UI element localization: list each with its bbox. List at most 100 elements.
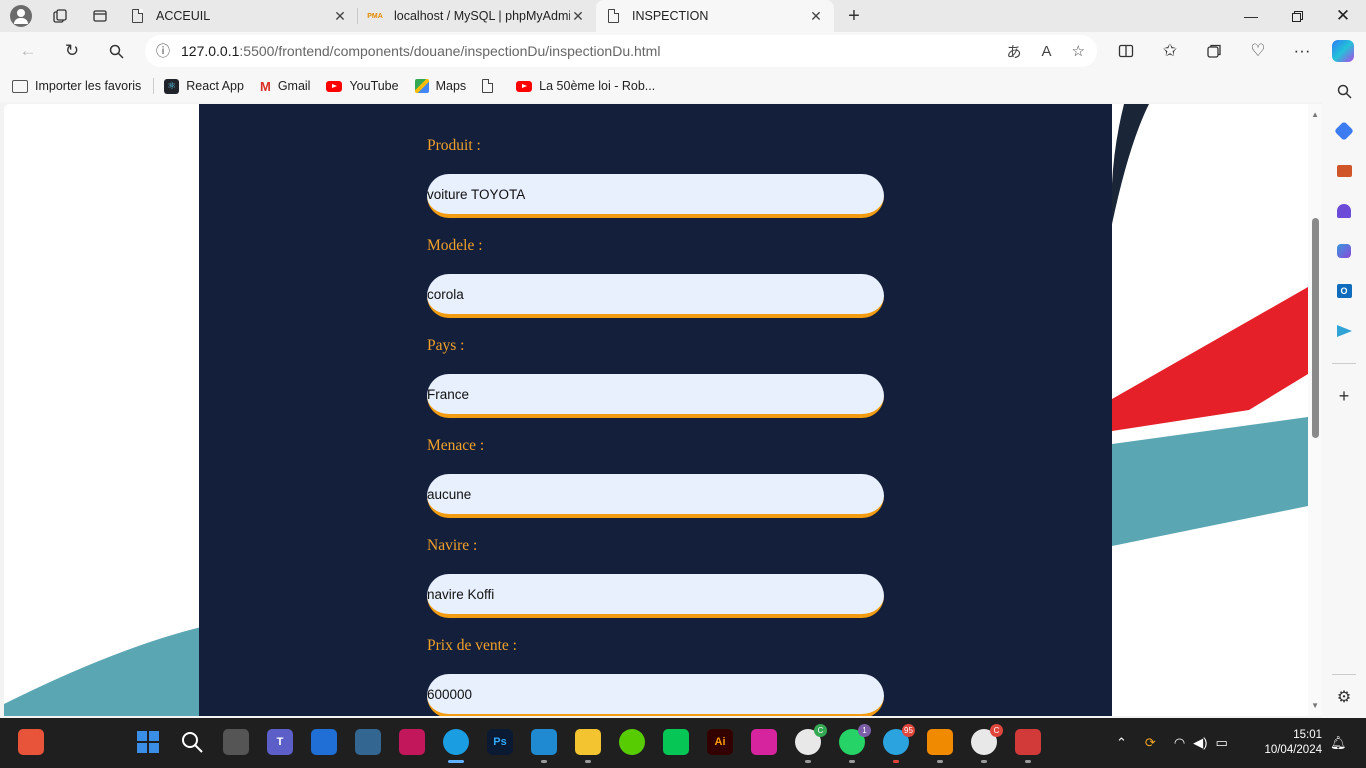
youtube-icon: [326, 80, 343, 92]
search-icon[interactable]: [179, 729, 205, 755]
store-icon[interactable]: [311, 729, 337, 755]
prix-de-vente-input[interactable]: 600000: [427, 674, 884, 716]
site-info-icon[interactable]: ⓘ: [145, 41, 181, 61]
search-icon[interactable]: [1334, 81, 1354, 101]
close-icon[interactable]: ✕: [570, 8, 586, 25]
minimize-button[interactable]: —: [1228, 0, 1274, 32]
duolingo-icon[interactable]: [619, 729, 645, 755]
url-path: :5500/frontend/components/douane/inspect…: [239, 43, 661, 59]
url-host: 127.0.0.1: [181, 43, 240, 59]
bookmark-label: Gmail: [277, 79, 311, 93]
menace-input[interactable]: aucune: [427, 474, 884, 518]
browser-essentials-icon[interactable]: ♡: [1236, 32, 1280, 70]
favorites-icon[interactable]: ✩: [1148, 32, 1192, 70]
tab-acceuil[interactable]: ACCEUIL ✕: [120, 0, 358, 32]
phpmyadmin-icon: PMA: [367, 12, 383, 20]
modele-input[interactable]: corola: [427, 274, 884, 318]
update-icon[interactable]: ⟳: [1145, 735, 1156, 751]
photoshop-icon[interactable]: Ps: [487, 729, 513, 755]
bookmark-gmail[interactable]: M Gmail: [260, 79, 311, 94]
collections-icon[interactable]: [1192, 32, 1236, 70]
page-scrollbar[interactable]: ▲ ▼: [1308, 104, 1322, 716]
scroll-thumb[interactable]: [1312, 218, 1319, 438]
edge-icon[interactable]: [443, 729, 469, 755]
snipping-tool-icon[interactable]: [1015, 729, 1041, 755]
battery-icon[interactable]: ▭: [1215, 735, 1227, 751]
tab-actions-icon[interactable]: [80, 0, 120, 32]
chrome-icon[interactable]: C: [795, 724, 827, 755]
clock-date: 10/04/2024: [1264, 744, 1322, 756]
bookmark-document[interactable]: [482, 79, 500, 93]
search-icon[interactable]: [94, 32, 138, 70]
copilot-icon[interactable]: [1332, 40, 1354, 62]
refresh-button[interactable]: ↻: [50, 32, 94, 70]
translate-icon[interactable]: あ: [1007, 41, 1022, 62]
tab-title: INSPECTION: [632, 9, 709, 23]
document-icon: [130, 8, 144, 24]
wifi-icon[interactable]: ◠: [1174, 735, 1185, 751]
notifications-bell-icon[interactable]: 🔔︎: [1330, 718, 1347, 768]
outlook-icon[interactable]: O: [1334, 281, 1354, 301]
address-bar[interactable]: ⓘ 127.0.0.1:5500/frontend/components/dou…: [145, 35, 1097, 67]
prix-de-vente-label: Prix de vente :: [427, 637, 517, 654]
bookmark-import-favorites[interactable]: Importer les favoris: [12, 79, 141, 93]
produit-input[interactable]: voiture TOYOTA: [427, 174, 884, 218]
task-view-icon[interactable]: [223, 729, 249, 755]
windows-start-icon[interactable]: [135, 729, 161, 755]
vlc-icon[interactable]: [927, 729, 953, 755]
tab-title: ACCEUIL: [156, 9, 211, 23]
winget-icon[interactable]: [18, 729, 44, 755]
workspaces-icon[interactable]: [40, 0, 80, 32]
chevron-up-icon[interactable]: ⌃: [1116, 735, 1127, 751]
microsoft-365-icon[interactable]: [1334, 241, 1354, 261]
shopping-tag-icon[interactable]: [1334, 121, 1354, 141]
instagram-icon[interactable]: [751, 729, 777, 755]
whatsapp-icon[interactable]: 1: [839, 724, 871, 755]
bookmark-label: YouTube: [349, 79, 399, 93]
pays-input[interactable]: France: [427, 374, 884, 418]
settings-gear-icon[interactable]: ⚙: [1334, 687, 1354, 707]
vscode-icon[interactable]: [531, 729, 557, 755]
add-sidebar-app-icon[interactable]: +: [1334, 386, 1354, 406]
scroll-down-icon[interactable]: ▼: [1311, 701, 1319, 710]
read-aloud-icon[interactable]: A: [1042, 43, 1052, 60]
telegram-icon[interactable]: 95: [883, 724, 915, 755]
restore-button[interactable]: [1274, 0, 1320, 32]
teams-icon[interactable]: T: [267, 729, 293, 755]
chrome-profile-icon[interactable]: C: [971, 724, 1003, 755]
pgadmin-icon[interactable]: [355, 729, 381, 755]
inspection-panel: Produit : voiture TOYOTA Modele : corola…: [199, 104, 1112, 716]
back-button[interactable]: ←: [6, 32, 50, 70]
tools-icon[interactable]: [1334, 161, 1354, 181]
document-icon: [606, 8, 620, 24]
scroll-up-icon[interactable]: ▲: [1311, 110, 1319, 119]
new-tab-button[interactable]: +: [834, 5, 874, 28]
system-clock[interactable]: 15:01 10/04/2024: [1264, 728, 1322, 758]
line-icon[interactable]: [663, 729, 689, 755]
more-menu-icon[interactable]: ···: [1280, 32, 1324, 70]
send-icon[interactable]: [1334, 321, 1354, 341]
illustrator-icon[interactable]: Ai: [707, 729, 733, 755]
react-icon: ⚛: [164, 78, 180, 94]
wamp-icon[interactable]: [399, 729, 425, 755]
volume-icon[interactable]: ◀): [1193, 735, 1207, 751]
bookmark-la-50eme-loi[interactable]: La 50ème loi - Rob...: [516, 79, 655, 93]
tab-inspection[interactable]: INSPECTION ✕: [596, 0, 834, 32]
favorite-star-icon[interactable]: ☆: [1072, 42, 1085, 60]
produit-label: Produit :: [427, 137, 481, 154]
bookmark-react-app[interactable]: ⚛ React App: [164, 78, 244, 94]
close-window-button[interactable]: ✕: [1320, 0, 1366, 32]
bookmark-maps[interactable]: Maps: [414, 79, 466, 93]
tab-phpmyadmin[interactable]: PMA localhost / MySQL | phpMyAdmi ✕: [358, 0, 596, 32]
navigation-bar: ← ↻ ⓘ 127.0.0.1:5500/frontend/components…: [0, 32, 1366, 70]
games-icon[interactable]: [1334, 201, 1354, 221]
split-screen-icon[interactable]: [1104, 32, 1148, 70]
bookmark-youtube[interactable]: YouTube: [326, 79, 399, 93]
navire-input[interactable]: navire Koffi: [427, 574, 884, 618]
file-explorer-icon[interactable]: [575, 729, 601, 755]
close-icon[interactable]: ✕: [332, 8, 348, 25]
maps-icon: [414, 79, 429, 93]
gmail-icon: M: [259, 78, 271, 94]
close-icon[interactable]: ✕: [808, 8, 824, 25]
profile-avatar-icon[interactable]: [10, 5, 32, 27]
